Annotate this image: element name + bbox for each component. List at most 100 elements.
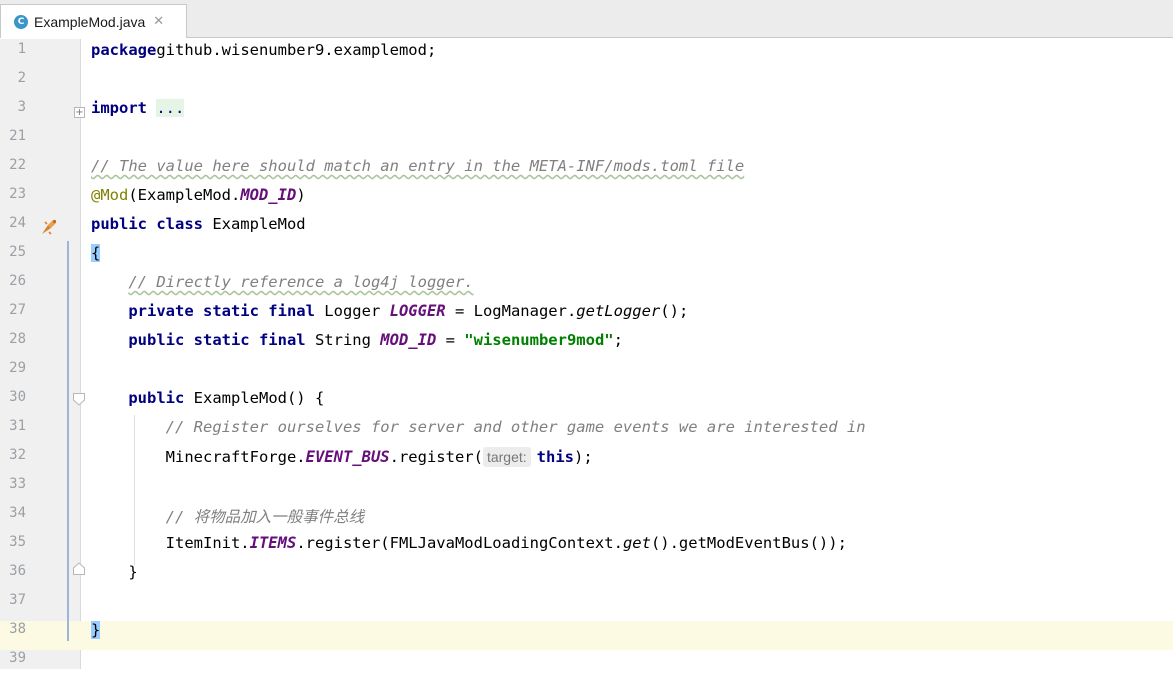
code-token: public class (91, 215, 203, 233)
code-token: } (91, 621, 101, 639)
code-line[interactable]: 36 } (0, 563, 1173, 592)
code-token: this (536, 448, 574, 466)
code-line-current[interactable]: 38} (0, 621, 1173, 650)
indent-guide (134, 415, 135, 565)
fold-method-end-icon[interactable] (73, 562, 85, 575)
code-line[interactable]: 31 // Register ourselves for server and … (0, 418, 1173, 447)
code-line[interactable]: 37 (0, 592, 1173, 621)
scope-indicator (67, 241, 69, 641)
code-token: ExampleMod() { (184, 389, 325, 407)
code-token: (); (660, 302, 689, 320)
code-token: import (91, 99, 147, 117)
code-token: // 将物品加入一般事件总线 (165, 508, 365, 526)
line-number: 24 (9, 215, 26, 231)
code-line[interactable]: 39 (0, 650, 1173, 679)
line-number: 26 (9, 273, 26, 289)
editor-tab-bar: C ExampleMod.java ✕ (0, 0, 1173, 38)
code-token: "wisenumber9mod" (464, 331, 614, 349)
code-line[interactable]: 22 // The value here should match an entr… (0, 157, 1173, 186)
parameter-hint: target: (482, 447, 531, 467)
code-token: ExampleMod (202, 215, 306, 233)
code-text: packagegithub.wisenumber9.examplemod; (91, 41, 436, 59)
code-token: MinecraftForge. (91, 448, 306, 466)
code-line[interactable]: 34 // 将物品加入一般事件总线 (0, 505, 1173, 534)
code-token: } (91, 563, 138, 581)
code-editor[interactable]: 1 packagegithub.wisenumber9.examplemod; 2 3… (0, 39, 1173, 669)
code-text: } (91, 563, 138, 581)
code-token: = LogManager. (445, 302, 577, 320)
code-line[interactable]: 27 private static final Logger LOGGER = … (0, 302, 1173, 331)
code-token: Logger (314, 302, 390, 320)
code-line[interactable]: 1 packagegithub.wisenumber9.examplemod; (0, 41, 1173, 70)
code-token: ().getModEventBus()); (650, 534, 847, 552)
code-token: ITEMS (249, 534, 297, 552)
line-number: 37 (9, 592, 26, 608)
code-line[interactable]: 21 (0, 128, 1173, 157)
run-gutter-icon[interactable] (39, 217, 59, 237)
code-token: String (305, 331, 381, 349)
line-number: 23 (9, 186, 26, 202)
tab-examplemod-java[interactable]: C ExampleMod.java ✕ (0, 4, 187, 38)
code-line[interactable]: 33 (0, 476, 1173, 505)
code-token: public static final (128, 331, 306, 349)
code-line[interactable]: 24 public class ExampleMod (0, 215, 1173, 244)
line-number: 39 (9, 650, 26, 666)
code-text: private static final Logger LOGGER = Log… (91, 302, 688, 320)
code-token: github.wisenumber9.examplemod; (156, 41, 437, 59)
line-number: 31 (9, 418, 26, 434)
code-token: .register( (389, 448, 483, 466)
line-number: 21 (9, 128, 26, 144)
code-token: MOD_ID (380, 331, 437, 349)
code-token: ... (156, 99, 185, 117)
line-number: 38 (9, 621, 26, 637)
code-text: { (91, 244, 101, 262)
java-class-file-icon: C (14, 14, 28, 29)
code-token: ItemInit. (91, 534, 250, 552)
code-token: = (436, 331, 465, 349)
line-number: 27 (9, 302, 26, 318)
line-number: 36 (9, 563, 26, 579)
code-token: { (91, 244, 101, 262)
code-line[interactable]: 35 ItemInit.ITEMS.register(FMLJavaModLoa… (0, 534, 1173, 563)
line-number: 1 (17, 41, 26, 57)
code-text: MinecraftForge.EVENT_BUS.register(target… (91, 447, 593, 467)
code-text: // The value here should match an entry … (91, 157, 744, 175)
code-line[interactable]: 26 // Directly reference a log4j logger. (0, 273, 1173, 302)
fold-method-icon[interactable] (73, 393, 85, 406)
code-token: LOGGER (389, 302, 446, 320)
code-line[interactable]: 28 public static final String MOD_ID = "… (0, 331, 1173, 360)
code-token: ; (613, 331, 623, 349)
code-line[interactable]: 25 { (0, 244, 1173, 273)
code-line[interactable]: 29 (0, 360, 1173, 389)
expand-imports-icon[interactable]: + (74, 107, 85, 118)
code-text: } (91, 621, 101, 639)
code-text: public class ExampleMod (91, 215, 306, 233)
line-number: 33 (9, 476, 26, 492)
line-number: 35 (9, 534, 26, 550)
code-text: // 将物品加入一般事件总线 (91, 505, 365, 527)
tab-filename: ExampleMod.java (34, 13, 146, 30)
code-text: import ... (91, 99, 185, 117)
close-tab-icon[interactable]: ✕ (153, 14, 164, 29)
code-token: getLogger (576, 302, 661, 320)
code-line[interactable]: 2 (0, 70, 1173, 99)
code-token: // Register ourselves for server and oth… (165, 418, 866, 436)
code-token: MOD_ID (240, 186, 297, 204)
code-token: EVENT_BUS (305, 448, 390, 466)
code-line[interactable]: 3 import ... (0, 99, 1173, 128)
code-line[interactable]: 23 @Mod(ExampleMod.MOD_ID) (0, 186, 1173, 215)
code-token: private static final (128, 302, 315, 320)
line-number: 25 (9, 244, 26, 260)
code-token: (ExampleMod. (128, 186, 241, 204)
code-text: ItemInit.ITEMS.register(FMLJavaModLoadin… (91, 534, 847, 552)
code-line[interactable]: 30 public ExampleMod() { (0, 389, 1173, 418)
code-text: public static final String MOD_ID = "wis… (91, 331, 623, 349)
code-token: ); (574, 448, 593, 466)
line-number: 28 (9, 331, 26, 347)
code-token: // The value here should match an entry … (91, 157, 745, 175)
code-line[interactable]: 32 MinecraftForge.EVENT_BUS.register(tar… (0, 447, 1173, 476)
code-text: // Directly reference a log4j logger. (91, 273, 473, 291)
